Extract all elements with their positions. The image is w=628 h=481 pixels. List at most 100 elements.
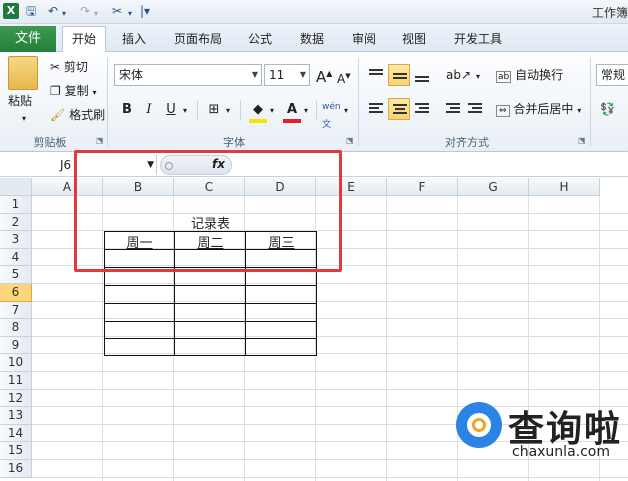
align-center-icon[interactable]: [388, 98, 410, 120]
fill-color-icon[interactable]: ◆: [248, 100, 268, 120]
tab-developer[interactable]: 开发工具: [446, 28, 510, 52]
row-header-8[interactable]: 8: [0, 319, 32, 337]
redo-dropdown-icon[interactable]: ▾: [94, 7, 98, 21]
fill-color-swatch: [249, 119, 267, 123]
gridline: [32, 388, 628, 390]
font-name-select[interactable]: 宋体 ▼: [114, 64, 262, 86]
table-divider: [104, 303, 317, 304]
row-header-16[interactable]: 16: [0, 460, 32, 478]
row-header-2[interactable]: 2: [0, 213, 32, 232]
row-header-10[interactable]: 10: [0, 354, 32, 372]
table-divider: [104, 285, 317, 286]
format-painter-label: 格式刷: [69, 108, 106, 122]
format-painter-button[interactable]: 🖌 格式刷: [50, 106, 105, 124]
align-left-icon[interactable]: [365, 98, 387, 120]
row-header-12[interactable]: 12: [0, 389, 32, 408]
align-middle-icon[interactable]: [388, 64, 410, 86]
separator: [590, 58, 591, 146]
paste-button[interactable]: 粘贴: [8, 92, 32, 110]
copy-dropdown-icon[interactable]: ▾: [92, 88, 96, 97]
underline-dropdown-icon[interactable]: ▾: [183, 102, 187, 120]
row-header-15[interactable]: 15: [0, 442, 32, 460]
orientation-dropdown-icon[interactable]: ▾: [476, 68, 480, 86]
fill-dropdown-icon[interactable]: ▾: [270, 102, 274, 120]
cut-label: 剪切: [63, 60, 88, 74]
number-format-select[interactable]: 常规: [596, 64, 628, 86]
undo-dropdown-icon[interactable]: ▾: [62, 7, 66, 21]
customize-qat-icon[interactable]: |▾: [140, 4, 150, 18]
cut-button[interactable]: ✂ 剪切: [50, 58, 88, 76]
orientation-icon[interactable]: ab↗: [446, 66, 471, 84]
phonetic-dropdown-icon[interactable]: ▾: [344, 102, 348, 120]
font-color-dropdown-icon[interactable]: ▾: [304, 102, 308, 120]
merge-icon: ⇔: [496, 105, 510, 117]
align-bottom-icon[interactable]: [411, 64, 433, 86]
borders-dropdown-icon[interactable]: ▾: [226, 102, 230, 120]
phonetic-label: wén: [322, 102, 341, 112]
increase-indent-icon[interactable]: [464, 98, 486, 120]
merge-dropdown-icon[interactable]: ▾: [577, 106, 581, 115]
phonetic-guide-icon[interactable]: wén 文: [322, 98, 341, 134]
select-all-corner[interactable]: [0, 178, 32, 196]
tab-page-layout[interactable]: 页面布局: [166, 28, 230, 52]
align-top-icon[interactable]: [365, 64, 387, 86]
row-header-4[interactable]: 4: [0, 248, 32, 267]
font-color-swatch: [283, 119, 301, 123]
copy-button[interactable]: ❐ 复制 ▾: [50, 82, 96, 102]
paste-dropdown-icon[interactable]: ▾: [22, 110, 26, 128]
row-header-14[interactable]: 14: [0, 424, 32, 443]
bold-button[interactable]: B: [117, 100, 137, 120]
wrap-text-label: 自动换行: [515, 68, 564, 82]
grow-font-icon[interactable]: A▲: [316, 65, 332, 86]
watermark-domain: chaxunla.com: [512, 444, 610, 460]
ribbon-tabs: 文件 开始 插入 页面布局 公式 数据 审阅 视图 开发工具: [0, 24, 628, 53]
column-header-f[interactable]: F: [387, 178, 458, 196]
font-launcher-icon[interactable]: ⬔: [346, 136, 354, 145]
row-header-11[interactable]: 11: [0, 372, 32, 390]
tools-icon[interactable]: ✂: [112, 4, 122, 18]
accounting-format-icon[interactable]: 💱: [600, 100, 615, 118]
tab-data[interactable]: 数据: [290, 28, 334, 52]
tab-file[interactable]: 文件: [0, 26, 56, 52]
row-header-7[interactable]: 7: [0, 301, 32, 320]
row-header-13[interactable]: 13: [0, 407, 32, 425]
tab-review[interactable]: 审阅: [342, 28, 386, 52]
undo-icon[interactable]: ↶: [48, 4, 58, 18]
row-header-6[interactable]: 6: [0, 284, 32, 302]
row-header-9[interactable]: 9: [0, 336, 32, 355]
column-header-h[interactable]: H: [529, 178, 600, 196]
font-color-icon[interactable]: A: [282, 100, 302, 120]
brush-icon: 🖌: [50, 108, 66, 122]
number-format-value: 常规: [601, 68, 626, 82]
row-header-3[interactable]: 3: [0, 231, 32, 249]
merge-center-button[interactable]: ⇔ 合并后居中 ▾: [496, 100, 581, 120]
column-header-g[interactable]: G: [458, 178, 529, 196]
separator: [316, 100, 317, 120]
separator: [197, 100, 198, 120]
alignment-group-label: 对齐方式: [445, 136, 489, 149]
row-header-1[interactable]: 1: [0, 196, 32, 214]
decrease-indent-icon[interactable]: [442, 98, 464, 120]
clipboard-launcher-icon[interactable]: ⬔: [96, 136, 104, 145]
shrink-font-icon[interactable]: A▼: [337, 67, 351, 88]
tools-dropdown-icon[interactable]: ▾: [128, 7, 132, 21]
row-header-5[interactable]: 5: [0, 266, 32, 284]
tab-insert[interactable]: 插入: [112, 28, 156, 52]
align-right-icon[interactable]: [411, 98, 433, 120]
alignment-launcher-icon[interactable]: ⬔: [578, 136, 586, 145]
wrap-text-button[interactable]: ab 自动换行: [496, 66, 563, 86]
underline-button[interactable]: U: [161, 100, 181, 120]
redo-icon[interactable]: ↷: [80, 4, 90, 18]
borders-icon[interactable]: ⊞: [204, 100, 224, 120]
italic-button[interactable]: I: [139, 100, 159, 120]
tab-formulas[interactable]: 公式: [240, 28, 280, 52]
paste-icon[interactable]: [8, 56, 38, 90]
font-size-select[interactable]: 11 ▼: [264, 64, 310, 86]
gridline: [32, 371, 628, 372]
save-icon[interactable]: 🖫: [26, 4, 36, 18]
watermark: 查询啦 chaxunla.com: [452, 398, 628, 481]
copy-icon: ❐: [50, 84, 61, 98]
gridline: [386, 196, 387, 481]
tab-view[interactable]: 视图: [394, 28, 434, 52]
tab-home[interactable]: 开始: [62, 26, 106, 53]
